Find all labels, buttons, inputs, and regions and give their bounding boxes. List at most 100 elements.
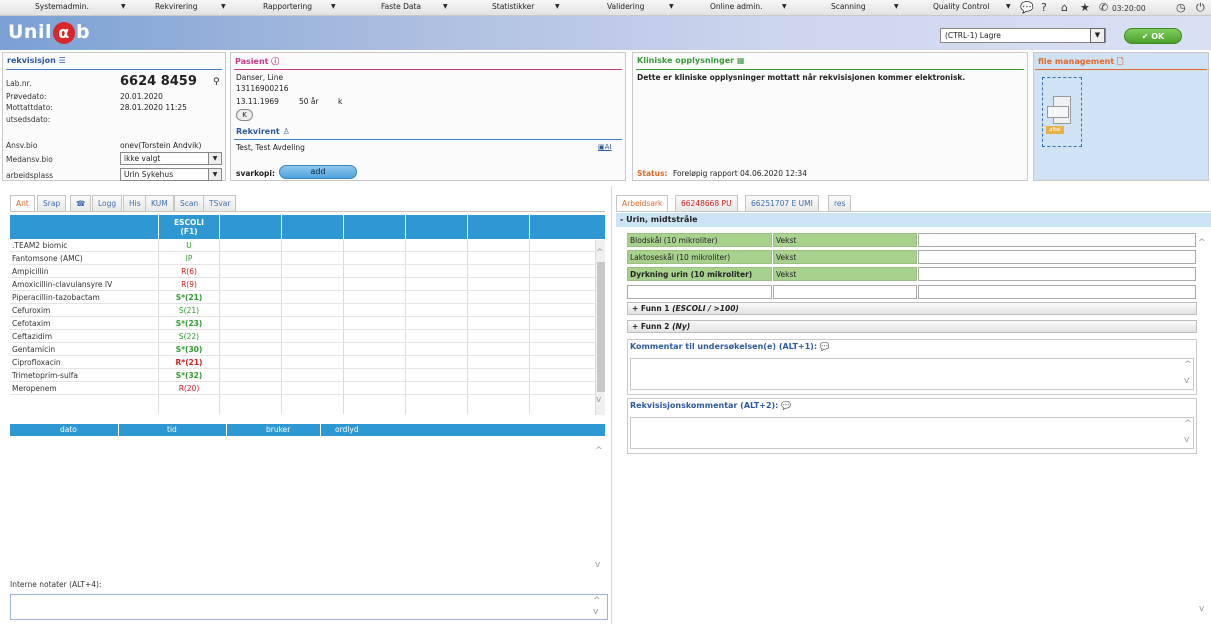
save-select[interactable]: (CTRL-1) Lagre ▼: [940, 28, 1106, 43]
chevron-down-icon: ▼: [555, 3, 560, 10]
organism-column-header[interactable]: ESCOLI (F1): [158, 218, 220, 236]
chevron-down-icon: ▼: [121, 3, 126, 10]
table-row[interactable]: Fantomsone (AMC) IP: [10, 253, 595, 265]
menu-quality-control[interactable]: Quality Control ▼: [933, 2, 1011, 14]
table-row[interactable]: Piperacillin-tazobactam S*(21): [10, 292, 595, 304]
home-icon[interactable]: ⌂: [1061, 1, 1068, 14]
scrollbar-thumb[interactable]: [597, 262, 605, 392]
file-drop-area[interactable]: aftel: [1042, 77, 1082, 147]
phone-icon[interactable]: ✆: [1099, 1, 1108, 14]
tab-66248668-pu[interactable]: 66248668 PU: [675, 195, 738, 211]
chevron-down-icon[interactable]: v: [595, 560, 600, 570]
funn-1-row[interactable]: + Funn 1 (ESCOLI / >100): [627, 302, 1197, 315]
table-row[interactable]: Gentamicin S*(30): [10, 344, 595, 356]
column-header-ordlyd[interactable]: ordlyd: [335, 425, 359, 434]
column-header-tid[interactable]: tid: [167, 425, 177, 434]
column-header-bruker[interactable]: bruker: [266, 425, 290, 434]
funn-2-row[interactable]: + Funn 2 (Ny): [627, 320, 1197, 333]
chevron-down-icon[interactable]: v: [1184, 376, 1189, 386]
labnr-label: Lab.nr.: [6, 79, 32, 88]
ws-row-input[interactable]: [918, 267, 1196, 281]
tab-res[interactable]: res: [828, 195, 852, 211]
medansvbio-select[interactable]: ikke valgt ▼: [120, 152, 222, 165]
help-icon[interactable]: ?: [1041, 1, 1047, 14]
list-icon: ☰: [58, 56, 66, 65]
chevron-down-icon[interactable]: v: [1199, 604, 1204, 614]
tab-logg[interactable]: Logg: [92, 195, 123, 211]
arbeidsplass-label: arbeidsplass: [6, 171, 54, 180]
ws-row-value[interactable]: Vekst: [773, 233, 917, 247]
address-book-icon: ▣: [598, 143, 605, 151]
table-row[interactable]: Cefotaxim S*(23): [10, 318, 595, 330]
chevron-down-icon[interactable]: v: [596, 395, 601, 405]
log-table-body: [10, 436, 605, 576]
table-row[interactable]: .TEAM2 biomic U: [10, 240, 595, 252]
ws-row-input[interactable]: [918, 233, 1196, 247]
ok-button[interactable]: ✔ OK: [1124, 28, 1182, 44]
chevron-up-icon[interactable]: ^: [596, 248, 604, 258]
table-row[interactable]: Amoxicillin-clavulansyre IV R(9): [10, 279, 595, 291]
tab-tsvar[interactable]: TSvar: [203, 195, 237, 211]
table-row[interactable]: Ciprofloxacin R*(21): [10, 357, 595, 369]
chevron-down-icon[interactable]: v: [593, 607, 598, 617]
table-row[interactable]: Trimetoprim-sulfa S*(32): [10, 370, 595, 382]
chevron-down-icon: ▼: [208, 153, 221, 164]
menu-systemadmin[interactable]: Systemadmin. ▼: [35, 2, 126, 14]
table-row[interactable]: Ampicillin R(6): [10, 266, 595, 278]
antibiogram-header: ESCOLI (F1): [10, 215, 605, 239]
menu-online-admin[interactable]: Online admin. ▼: [710, 2, 787, 14]
chat-icon[interactable]: 💬: [1020, 1, 1034, 14]
clock-icon[interactable]: ◷: [1176, 1, 1186, 14]
chevron-up-icon[interactable]: ^: [595, 446, 603, 456]
ws-empty-cell[interactable]: [627, 285, 772, 299]
tab-66251707-e-umi[interactable]: 66251707 E UMI: [745, 195, 819, 211]
menu-rapportering[interactable]: Rapportering ▼: [263, 2, 336, 14]
mottattdato-label: Mottattdato:: [6, 103, 53, 112]
menu-scanning[interactable]: Scanning ▼: [831, 2, 899, 14]
rekv-kommentar-input[interactable]: [630, 417, 1194, 449]
ws-row-name: Laktoseskål (10 mikroliter): [627, 250, 772, 264]
ai-link[interactable]: ▣AI: [598, 143, 611, 151]
pasient-title: Pasient ⓘ: [235, 57, 280, 66]
star-icon[interactable]: ★: [1080, 1, 1090, 14]
chevron-up-icon[interactable]: ^: [1184, 360, 1192, 370]
info-icon[interactable]: ⓘ: [271, 57, 279, 66]
utsedsdato-label: utsedsdato:: [6, 115, 51, 124]
ws-row-value[interactable]: Vekst: [773, 267, 917, 281]
patient-id: 13116900216: [236, 84, 289, 93]
ws-row-value[interactable]: Vekst: [773, 250, 917, 264]
tab-his[interactable]: His: [123, 195, 147, 211]
column-header-dato[interactable]: dato: [60, 425, 77, 434]
ws-empty-cell[interactable]: [773, 285, 917, 299]
antibiogram-scrollbar[interactable]: [595, 240, 605, 415]
kommentar-input[interactable]: [630, 358, 1194, 390]
k-button[interactable]: K: [236, 109, 253, 121]
chevron-down-icon[interactable]: v: [1184, 435, 1189, 445]
table-row[interactable]: Cefuroxim S(21): [10, 305, 595, 317]
ws-row-input[interactable]: [918, 250, 1196, 264]
menu-validering[interactable]: Validering ▼: [607, 2, 674, 14]
internal-notes-input[interactable]: [10, 594, 608, 620]
arbeidsplass-select[interactable]: Urin Sykehus ▼: [120, 168, 222, 181]
chevron-up-icon[interactable]: ^: [593, 596, 601, 606]
ws-empty-cell[interactable]: [918, 285, 1196, 299]
tab-scan[interactable]: Scan: [174, 195, 205, 211]
section-title[interactable]: - Urin, midtstråle: [616, 213, 1211, 227]
table-row[interactable]: Meropenem R(20): [10, 383, 595, 395]
chevron-up-icon[interactable]: ^: [1198, 238, 1206, 248]
tab-arbeidsark[interactable]: Arbeidsark: [616, 195, 669, 211]
tab-kum[interactable]: KUM: [145, 195, 174, 211]
power-icon[interactable]: ⏻: [1196, 1, 1205, 14]
ws-row-name: Blodskål (10 mikroliter): [627, 233, 772, 247]
right-tab-bar: Arbeidsark 66248668 PU 66251707 E UMI re…: [616, 193, 1211, 211]
tab-srap[interactable]: Srap: [37, 195, 67, 211]
menu-rekvirering[interactable]: Rekvirering ▼: [155, 2, 226, 14]
tab-ant[interactable]: Ant: [10, 195, 35, 211]
menu-faste-data[interactable]: Faste Data ▼: [381, 2, 448, 14]
add-button[interactable]: add: [279, 165, 357, 179]
chevron-up-icon[interactable]: ^: [1184, 419, 1192, 429]
table-row[interactable]: Ceftazidim S(22): [10, 331, 595, 343]
tab-phone[interactable]: ☎: [70, 195, 92, 211]
search-icon[interactable]: ⚲: [213, 77, 220, 87]
menu-statistikker[interactable]: Statistikker ▼: [492, 2, 560, 14]
